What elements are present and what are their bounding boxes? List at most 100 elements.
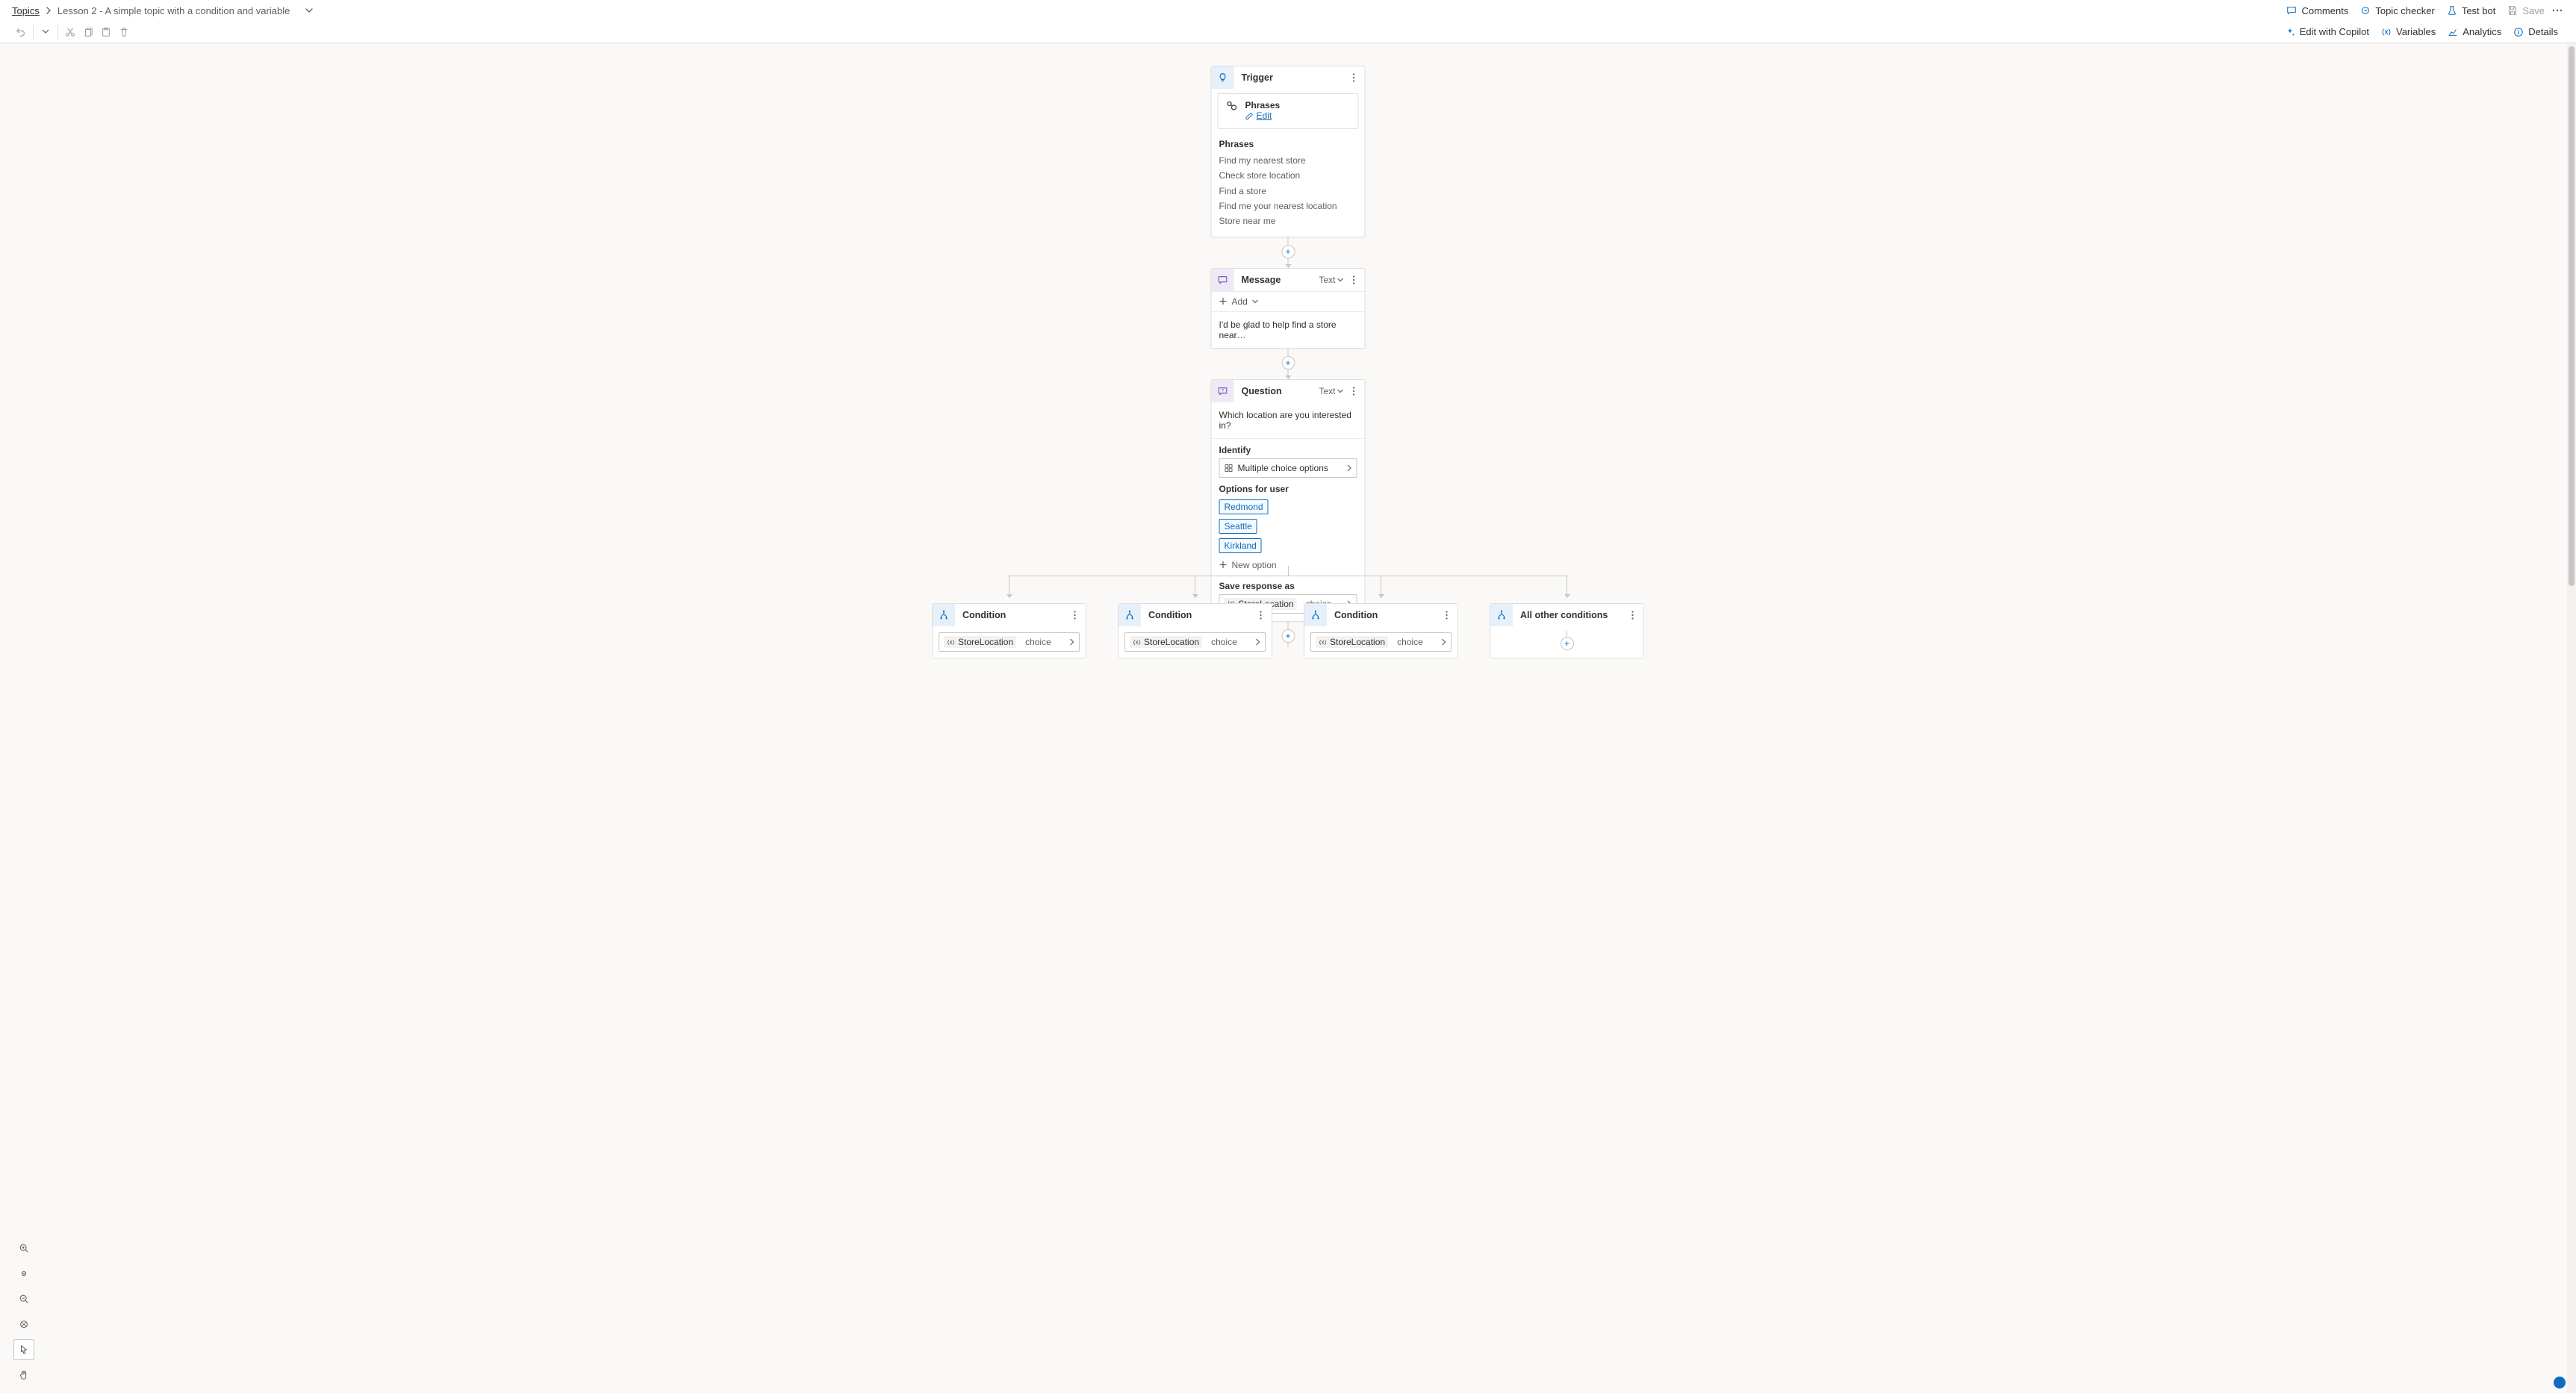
variable-icon: [947, 638, 955, 646]
branch-icon: [1119, 604, 1141, 626]
info-icon: [2513, 27, 2524, 37]
add-node-button[interactable]: +: [1281, 245, 1295, 258]
branch-icon: [1490, 604, 1513, 626]
variant-selector[interactable]: Text: [1319, 386, 1343, 396]
pencil-icon: [1245, 112, 1254, 120]
zoom-in-icon: [19, 1243, 29, 1253]
delete-button[interactable]: [115, 23, 133, 41]
node-more-button[interactable]: [1347, 69, 1360, 87]
branch-icon: [1304, 604, 1327, 626]
authoring-canvas[interactable]: Trigger Phrases Edit Phrases Find my nea…: [0, 43, 2576, 1393]
divider: [57, 25, 58, 39]
connector: +: [1281, 237, 1295, 268]
chevron-right-icon: [1347, 464, 1352, 472]
cut-icon: [65, 27, 75, 37]
add-node-button[interactable]: +: [1281, 356, 1295, 370]
flow-column: Trigger Phrases Edit Phrases Find my nea…: [1211, 66, 1366, 647]
ellipsis-icon: [2552, 9, 2563, 12]
undo-history-button[interactable]: [37, 23, 55, 41]
variant-selector[interactable]: Text: [1319, 275, 1343, 285]
node-more-button[interactable]: [1440, 606, 1453, 624]
save-button: Save: [2501, 2, 2551, 19]
add-message-variation-button[interactable]: Add: [1212, 291, 1365, 312]
sparkle-icon: [2285, 27, 2295, 37]
divider: [33, 25, 34, 39]
svg-text:?: ?: [1222, 388, 1225, 393]
ellipsis-vertical-icon: [1260, 611, 1262, 620]
question-body[interactable]: Which location are you interested in?: [1212, 402, 1365, 439]
message-body[interactable]: I'd be glad to help find a store near…: [1212, 312, 1365, 348]
chevron-right-icon: [1441, 638, 1446, 646]
node-title: All other conditions: [1520, 610, 1625, 620]
node-more-button[interactable]: [1254, 606, 1267, 624]
bot-indicator[interactable]: [2554, 1377, 2566, 1389]
entity-icon: [1225, 464, 1233, 473]
paste-button[interactable]: [97, 23, 115, 41]
condition-node[interactable]: Condition StoreLocation choice: [932, 603, 1086, 658]
breadcrumb-root-link[interactable]: Topics: [12, 5, 40, 16]
condition-variable-picker[interactable]: StoreLocation choice: [1124, 632, 1266, 652]
zoom-in-button[interactable]: [13, 1238, 34, 1259]
edit-with-copilot-button[interactable]: Edit with Copilot: [2279, 23, 2375, 40]
undo-button[interactable]: [12, 23, 30, 41]
zoom-reset-button[interactable]: [13, 1314, 34, 1335]
condition-node[interactable]: Condition StoreLocation choice: [1304, 603, 1458, 658]
branch-icon: [933, 604, 955, 626]
identify-picker[interactable]: Multiple choice options: [1219, 458, 1357, 478]
condition-variable-picker[interactable]: StoreLocation choice: [939, 632, 1080, 652]
topic-checker-button[interactable]: Topic checker: [2354, 2, 2440, 19]
pan-tool-button[interactable]: [13, 1365, 34, 1386]
condition-variable-picker[interactable]: StoreLocation choice: [1310, 632, 1452, 652]
top-toolbar-1: Topics Lesson 2 - A simple topic with a …: [0, 0, 2576, 21]
chevron-down-icon: [1337, 278, 1344, 282]
select-tool-button[interactable]: [13, 1339, 34, 1360]
top-toolbar-2: Edit with Copilot Variables Analytics De…: [0, 21, 2576, 43]
chevron-right-icon: [1255, 638, 1260, 646]
variable-chip: StoreLocation: [1316, 636, 1388, 648]
node-title: Message: [1242, 275, 1319, 285]
phrase-item: Check store location: [1219, 168, 1357, 183]
all-other-conditions-node[interactable]: All other conditions +: [1490, 603, 1644, 658]
node-more-button[interactable]: [1625, 606, 1639, 624]
variable-chip: StoreLocation: [1130, 636, 1202, 648]
phrase-item: Store near me: [1219, 214, 1357, 228]
add-node-button[interactable]: +: [1561, 637, 1574, 650]
trigger-node[interactable]: Trigger Phrases Edit Phrases Find my nea…: [1211, 66, 1366, 237]
variable-icon: [1319, 638, 1327, 646]
breadcrumb: Topics Lesson 2 - A simple topic with a …: [12, 5, 314, 16]
node-more-button[interactable]: [1068, 606, 1081, 624]
comments-button[interactable]: Comments: [2280, 2, 2354, 19]
connector: +: [1281, 349, 1295, 379]
node-more-button[interactable]: [1347, 271, 1360, 289]
message-node[interactable]: Message Text Add I'd be glad to help fin…: [1211, 268, 1366, 349]
chevron-down-icon: [1252, 299, 1259, 304]
edit-phrases-link[interactable]: Edit: [1245, 110, 1272, 121]
fit-icon: [19, 1268, 29, 1279]
details-button[interactable]: Details: [2507, 23, 2564, 40]
phrases-icon: [1226, 100, 1238, 112]
ellipsis-vertical-icon: [1352, 73, 1354, 82]
ellipsis-vertical-icon: [1446, 611, 1448, 620]
chevron-right-icon: [1069, 638, 1074, 646]
trash-icon: [119, 27, 129, 37]
test-bot-button[interactable]: Test bot: [2441, 2, 2502, 19]
scrollbar-thumb[interactable]: [2569, 46, 2575, 586]
option-chip[interactable]: Seattle: [1219, 519, 1257, 534]
node-more-button[interactable]: [1347, 382, 1360, 400]
trigger-phrases-box[interactable]: Phrases Edit: [1218, 93, 1359, 129]
variables-button[interactable]: Variables: [2375, 23, 2442, 40]
ellipsis-vertical-icon: [1631, 611, 1634, 620]
analytics-button[interactable]: Analytics: [2442, 23, 2507, 40]
zoom-out-button[interactable]: [13, 1288, 34, 1309]
condition-node[interactable]: Condition StoreLocation choice: [1118, 603, 1272, 658]
cut-button[interactable]: [61, 23, 79, 41]
node-title: Trigger: [1242, 72, 1347, 83]
vertical-scrollbar[interactable]: [2567, 43, 2576, 1393]
copy-button[interactable]: [79, 23, 97, 41]
more-menu-button[interactable]: [2551, 6, 2564, 15]
phrase-item: Find my nearest store: [1219, 153, 1357, 168]
zoom-fit-button[interactable]: [13, 1263, 34, 1284]
option-chip[interactable]: Redmond: [1219, 499, 1269, 514]
option-chip[interactable]: Kirkland: [1219, 538, 1262, 553]
chevron-down-icon[interactable]: [305, 7, 314, 13]
